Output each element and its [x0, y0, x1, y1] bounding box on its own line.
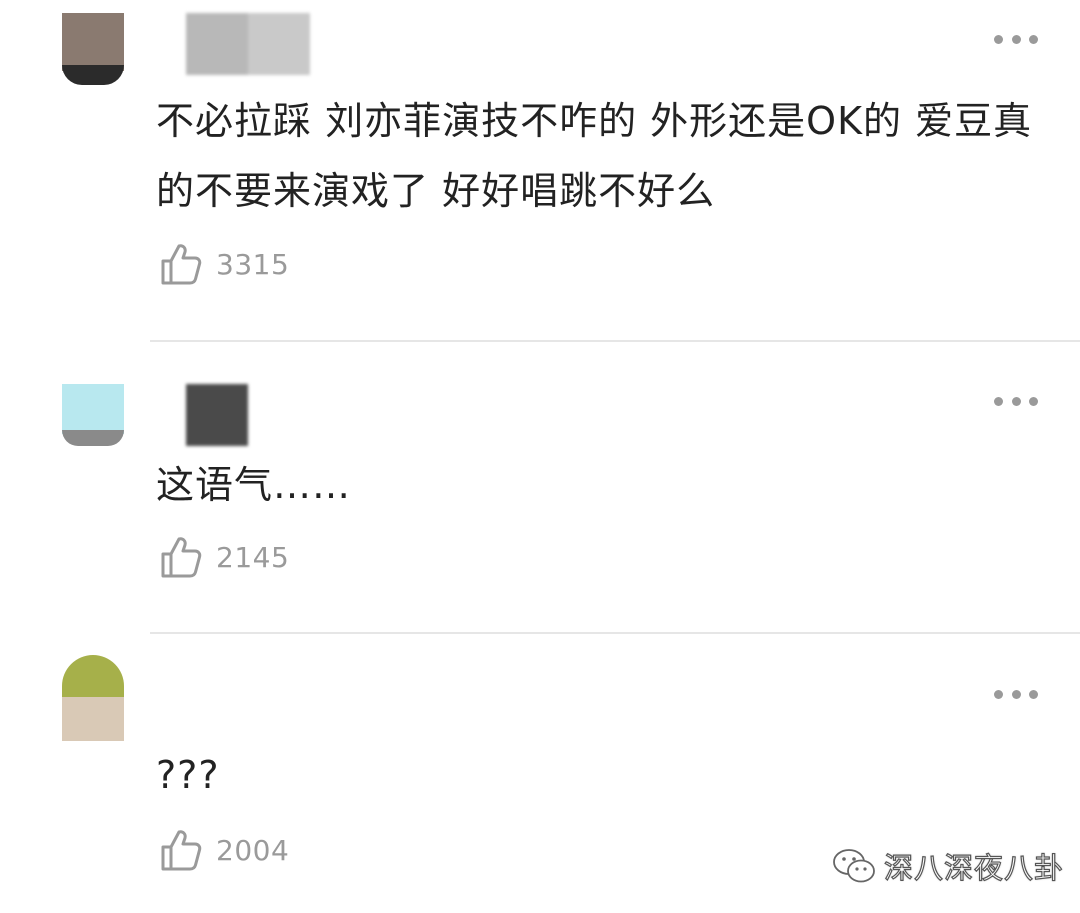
like-count: 2145 — [216, 540, 290, 574]
thumbs-up-icon — [161, 537, 202, 578]
like-button[interactable]: 2145 — [160, 535, 289, 579]
like-button[interactable]: 3315 — [160, 242, 289, 286]
comment-text: 不必拉踩 刘亦菲演技不咋的 外形还是OK的 爱豆真的不要来演戏了 好好唱跳不好么 — [156, 99, 1033, 213]
wechat-icon — [833, 849, 875, 883]
more-options-button[interactable] — [994, 393, 1038, 409]
more-options-button[interactable] — [994, 31, 1038, 47]
more-dots-icon — [994, 396, 1003, 406]
watermark-text: 深八深夜八卦 — [883, 850, 1065, 885]
username-redacted — [186, 384, 248, 446]
like-count: 3315 — [216, 247, 290, 281]
like-button[interactable]: 2004 — [160, 828, 289, 872]
avatar[interactable] — [62, 13, 124, 85]
divider — [150, 340, 1080, 342]
more-dots-icon — [994, 34, 1003, 44]
like-count: 2004 — [216, 833, 290, 867]
thumbs-up-icon — [161, 830, 202, 871]
comment-text: 这语气…… — [156, 463, 352, 507]
divider — [150, 632, 1080, 634]
watermark: 深八深夜八卦 — [832, 846, 1064, 886]
username-redacted — [186, 13, 310, 75]
thumbs-up-icon — [161, 244, 202, 285]
avatar[interactable] — [62, 655, 124, 741]
avatar[interactable] — [62, 384, 124, 446]
more-dots-icon — [994, 689, 1003, 699]
comment-text: ??? — [156, 753, 220, 797]
more-options-button[interactable] — [994, 686, 1038, 702]
